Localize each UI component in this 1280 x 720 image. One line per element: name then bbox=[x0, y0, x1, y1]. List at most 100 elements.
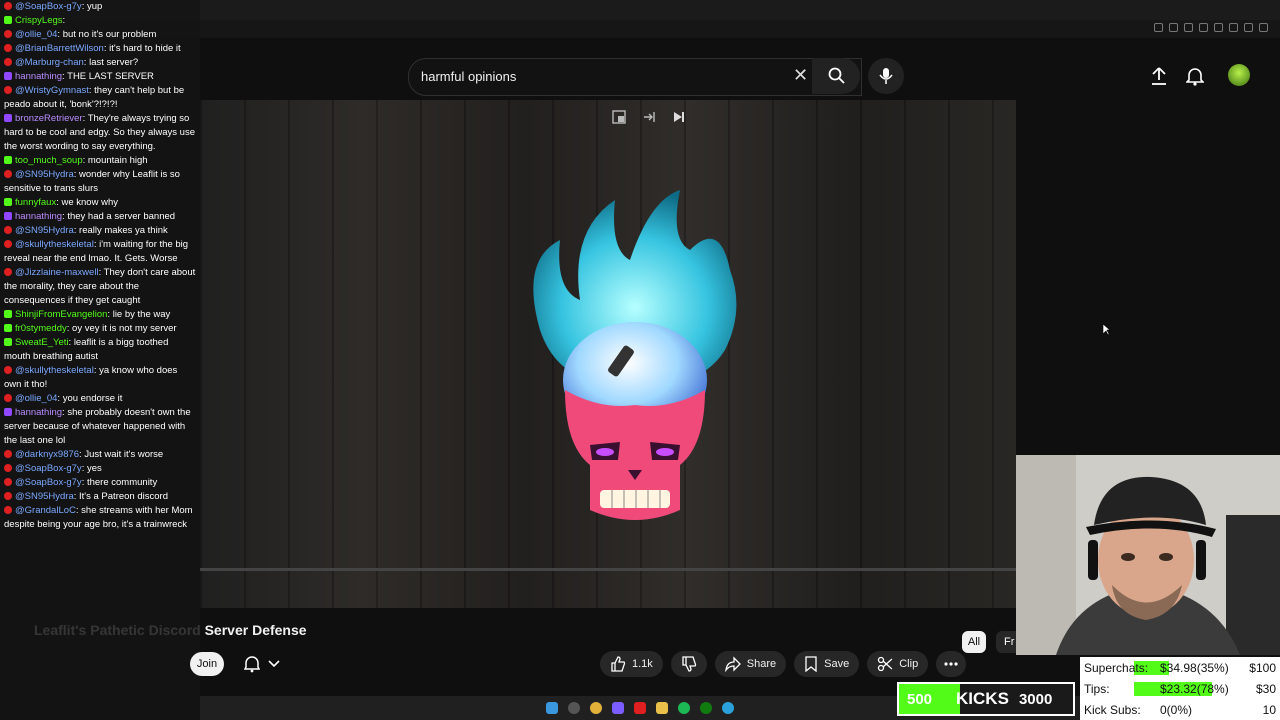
extension-icon[interactable] bbox=[1154, 23, 1163, 32]
subscribe-notifications-button[interactable] bbox=[238, 652, 286, 676]
chat-username[interactable]: @BrianBarrettWilson bbox=[15, 43, 104, 54]
browser-icon[interactable] bbox=[612, 702, 624, 714]
extension-icon[interactable] bbox=[1199, 23, 1208, 32]
chat-message: @skullytheskeletal: i'm waiting for the … bbox=[4, 239, 189, 264]
chat-message: @SoapBox-g7y: yes bbox=[0, 462, 200, 476]
chrome-icon[interactable] bbox=[590, 702, 602, 714]
chat-username[interactable]: @skullytheskeletal bbox=[15, 239, 94, 250]
chat-username[interactable]: SweatE_Yeti bbox=[15, 337, 69, 348]
chat-username[interactable]: @SN95Hydra bbox=[15, 491, 74, 502]
search-button[interactable] bbox=[812, 58, 860, 94]
account-avatar[interactable] bbox=[1228, 64, 1250, 86]
youtube-icon bbox=[4, 58, 12, 66]
chat-username[interactable]: CrispyLegs bbox=[15, 15, 63, 26]
youtube-icon bbox=[4, 86, 12, 94]
tips-value: $23.32(78%) bbox=[1160, 682, 1229, 696]
chevron-down-icon bbox=[268, 660, 280, 668]
kick-icon bbox=[4, 16, 12, 24]
next-video-icon[interactable] bbox=[672, 110, 686, 124]
superchats-label: Superchats: bbox=[1084, 661, 1149, 675]
save-button[interactable]: Save bbox=[794, 651, 860, 677]
kicks-target: 3000 bbox=[1018, 690, 1053, 708]
join-button[interactable]: Join bbox=[190, 652, 224, 676]
chat-username[interactable]: bronzeRetriever bbox=[15, 113, 83, 124]
scissors-icon bbox=[878, 656, 893, 672]
youtube-icon bbox=[4, 450, 12, 458]
kick-icon bbox=[4, 338, 12, 346]
chat-message: ShinjiFromEvangelion: lie by the way bbox=[0, 308, 200, 322]
chat-message: @ollie_04: but no it's our problem bbox=[0, 28, 200, 42]
clip-button[interactable]: Clip bbox=[867, 651, 929, 677]
dislike-button[interactable] bbox=[670, 651, 707, 677]
kicks-label: KICKS bbox=[956, 689, 1009, 708]
like-button[interactable]: 1.1k bbox=[600, 651, 663, 677]
search-query: harmful opinions bbox=[421, 69, 517, 84]
upload-icon[interactable] bbox=[1150, 66, 1168, 86]
superchats-row: Superchats: $34.98(35%) $100 bbox=[1084, 660, 1276, 676]
chat-username[interactable]: @WristyGymnast bbox=[15, 85, 89, 96]
chat-username[interactable]: too_much_soup bbox=[15, 155, 83, 166]
kick-subs-goal: 10 bbox=[1262, 703, 1276, 717]
miniplayer-icon[interactable] bbox=[612, 110, 626, 124]
chat-username[interactable]: hannathing bbox=[15, 211, 62, 222]
thumbs-up-icon bbox=[611, 656, 626, 672]
chat-text: but no it's our problem bbox=[62, 29, 157, 40]
chat-username[interactable]: fr0stymeddy bbox=[15, 323, 67, 334]
chat-username[interactable]: hannathing bbox=[15, 407, 62, 418]
notifications-bell-icon[interactable] bbox=[1186, 66, 1204, 86]
twitch-icon bbox=[4, 212, 12, 220]
chat-message: @WristyGymnast: they can't help but be p… bbox=[4, 85, 185, 110]
chat-username[interactable]: @ollie_04 bbox=[15, 29, 57, 40]
folder-icon[interactable] bbox=[656, 702, 668, 714]
extension-icon[interactable] bbox=[1214, 23, 1223, 32]
more-actions-button[interactable] bbox=[936, 651, 967, 677]
chat-username[interactable]: @darknyx9876 bbox=[15, 449, 79, 460]
filter-chip-all[interactable]: All bbox=[962, 631, 986, 653]
chat-username[interactable]: @SoapBox-g7y bbox=[15, 477, 82, 488]
chat-username[interactable]: @SoapBox-g7y bbox=[15, 1, 82, 12]
telegram-icon[interactable] bbox=[722, 702, 734, 714]
extension-icon[interactable] bbox=[1169, 23, 1178, 32]
chat-username[interactable]: @SN95Hydra bbox=[15, 225, 74, 236]
chat-username[interactable]: @ollie_04 bbox=[15, 393, 57, 404]
chat-username[interactable]: @SoapBox-g7y bbox=[15, 463, 82, 474]
clear-search-icon[interactable]: ✕ bbox=[793, 65, 808, 86]
more-horizontal-icon bbox=[944, 662, 958, 666]
flaming-skull-artwork bbox=[533, 190, 737, 520]
chat-username[interactable]: @SN95Hydra bbox=[15, 169, 74, 180]
chat-text: last server? bbox=[89, 57, 139, 68]
xbox-icon[interactable] bbox=[700, 702, 712, 714]
search-input[interactable]: harmful opinions ✕ bbox=[408, 58, 862, 96]
chat-username[interactable]: @skullytheskeletal bbox=[15, 365, 94, 376]
video-progress-bar[interactable] bbox=[200, 568, 1016, 571]
chat-username[interactable]: @Marburg-chan bbox=[15, 57, 84, 68]
app-icon[interactable] bbox=[634, 702, 646, 714]
exit-icon[interactable] bbox=[642, 110, 656, 124]
spotify-icon[interactable] bbox=[678, 702, 690, 714]
chat-username[interactable]: funnyfaux bbox=[15, 197, 56, 208]
twitch-icon bbox=[4, 408, 12, 416]
chat-message: @skullytheskeletal: ya know who does own… bbox=[4, 365, 178, 390]
chat-username[interactable]: @Jizzlaine-maxwell bbox=[15, 267, 99, 278]
donation-stats-panel: Superchats: $34.98(35%) $100 Tips: $23.3… bbox=[1080, 657, 1280, 720]
youtube-icon bbox=[4, 226, 12, 234]
chat-username[interactable]: ShinjiFromEvangelion bbox=[15, 309, 107, 320]
twitch-icon bbox=[4, 72, 12, 80]
extension-icon[interactable] bbox=[1184, 23, 1193, 32]
mouse-cursor-icon bbox=[1103, 324, 1111, 336]
extension-icon[interactable] bbox=[1259, 23, 1268, 32]
superchats-value: $34.98(35%) bbox=[1160, 661, 1229, 675]
start-icon[interactable] bbox=[546, 702, 558, 714]
kicks-goal-bar: 500 KICKS 3000 bbox=[897, 682, 1075, 716]
chat-username[interactable]: @GrandalLoC bbox=[15, 505, 76, 516]
kick-icon bbox=[4, 310, 12, 318]
extension-icon[interactable] bbox=[1229, 23, 1238, 32]
voice-search-button[interactable] bbox=[868, 58, 904, 94]
share-button[interactable]: Share bbox=[714, 651, 787, 677]
search-icon[interactable] bbox=[568, 702, 580, 714]
bookmark-icon bbox=[805, 656, 817, 672]
chat-username[interactable]: hannathing bbox=[15, 71, 62, 82]
extension-icon[interactable] bbox=[1244, 23, 1253, 32]
chat-text: we know why bbox=[61, 197, 118, 208]
chat-message: bronzeRetriever: They're always trying s… bbox=[4, 113, 196, 152]
